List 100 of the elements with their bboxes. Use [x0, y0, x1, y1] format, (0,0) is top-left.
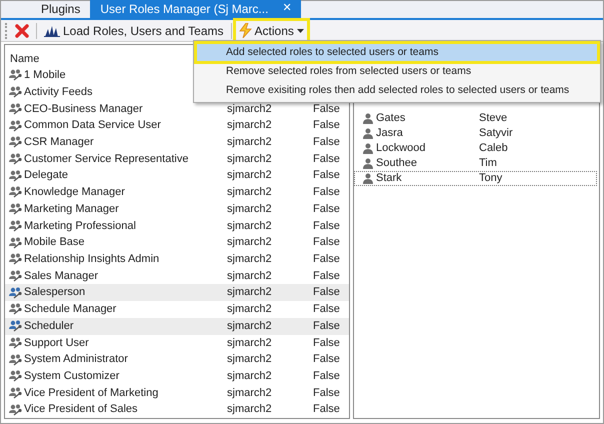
- role-icon: [9, 354, 23, 366]
- role-icon: [9, 286, 23, 299]
- role-name: CSR Manager: [24, 134, 94, 150]
- lightning-icon: [238, 23, 252, 38]
- role-name: Mobile Base: [24, 235, 85, 250]
- menu-item[interactable]: Remove exisiting roles then add selected roles to selected users or teams: [196, 81, 598, 100]
- first-name-cell-text: Satyvir: [479, 126, 513, 142]
- managed-cell: False: [313, 186, 340, 198]
- managed-cell: False: [313, 336, 340, 349]
- last-name-cell-text: Jasra: [376, 126, 403, 142]
- first-name-cell-text: Tim: [479, 156, 497, 172]
- last-name-cell-text: Lockwood: [376, 141, 426, 156]
- owner-cell: sjmarch2: [227, 220, 272, 232]
- role-name: Activity Feeds: [24, 84, 92, 100]
- managed-cell: False: [313, 353, 340, 366]
- role-name: Customer Service Representative: [24, 152, 188, 167]
- role-icon: [9, 86, 23, 98]
- role-name: Vice President of Marketing: [24, 386, 158, 401]
- role-name: Sales Manager: [24, 268, 98, 284]
- role-name: 1 Mobile: [24, 68, 66, 84]
- owner-cell: sjmarch2: [227, 303, 272, 316]
- managed-cell: False: [313, 303, 340, 316]
- role-icon: [9, 136, 23, 148]
- role-icon: [9, 120, 23, 132]
- role-icon: [9, 170, 23, 182]
- last-name-cell-text: Southee: [376, 156, 417, 172]
- role-name: Knowledge Manager: [24, 185, 125, 200]
- role-name: System Administrator: [24, 352, 128, 368]
- role-name: System Customizer: [24, 369, 120, 384]
- last-name-cell-text: Stark: [376, 171, 402, 186]
- owner-cell: sjmarch2: [227, 169, 272, 182]
- tab[interactable]: User Roles Manager (Sj Marc... ✕: [90, 0, 302, 18]
- user-icon: [363, 113, 373, 124]
- role-name: Relationship Insights Admin: [24, 252, 160, 268]
- role-name: Marketing Manager: [24, 202, 119, 217]
- role-name: Vice President of Sales: [24, 402, 138, 418]
- owner-cell: sjmarch2: [227, 152, 272, 165]
- actions-button[interactable]: Actions: [236, 20, 307, 40]
- managed-cell: False: [313, 136, 340, 148]
- owner-cell: sjmarch2: [227, 202, 272, 215]
- managed-cell: False: [313, 386, 340, 399]
- caret-icon: [296, 28, 304, 32]
- column-header[interactable]: Name: [10, 53, 40, 65]
- owner-cell: sjmarch2: [227, 286, 272, 298]
- owner-cell: sjmarch2: [227, 336, 272, 349]
- role-name: Marketing Professional: [24, 218, 136, 234]
- close-icon: [15, 24, 29, 38]
- role-name: Schedule Manager: [24, 302, 116, 318]
- role-icon: [9, 236, 23, 249]
- managed-cell: False: [313, 403, 340, 416]
- role-icon: [9, 320, 23, 332]
- managed-cell: False: [313, 102, 340, 115]
- role-icon: [9, 387, 23, 400]
- owner-cell: sjmarch2: [227, 236, 272, 248]
- role-icon: [9, 203, 23, 216]
- managed-cell: False: [313, 236, 340, 248]
- menu-item[interactable]: Add selected roles to selected users or teams: [196, 43, 598, 62]
- focused-row[interactable]: Stark Tony: [354, 171, 597, 186]
- role-icon: [9, 253, 23, 266]
- table-row[interactable]: Salesperson sjmarch2 False: [5, 284, 349, 302]
- managed-cell: False: [313, 119, 340, 132]
- role-icon: [9, 186, 23, 198]
- user-icon: [363, 128, 373, 139]
- owner-cell: sjmarch2: [227, 186, 272, 198]
- managed-cell: False: [313, 286, 340, 298]
- managed-cell: False: [313, 370, 340, 382]
- role-name: Common Data Service User: [24, 118, 161, 134]
- chart-icon: [44, 24, 60, 37]
- owner-cell: sjmarch2: [227, 136, 272, 148]
- role-name: Delegate: [24, 168, 68, 184]
- owner-cell: sjmarch2: [227, 270, 272, 282]
- owner-cell: sjmarch2: [227, 370, 272, 382]
- menu-item[interactable]: Remove selected roles from selected users or teams: [196, 62, 598, 81]
- managed-cell: False: [313, 152, 340, 165]
- role-icon: [9, 404, 23, 416]
- role-icon: [9, 69, 23, 82]
- role-icon: [9, 220, 23, 232]
- managed-cell: False: [313, 220, 340, 232]
- owner-cell: sjmarch2: [227, 403, 272, 416]
- managed-cell: False: [313, 270, 340, 282]
- role-name: Scheduler: [24, 318, 74, 334]
- first-name-cell-text: Steve: [479, 111, 508, 126]
- owner-cell: sjmarch2: [227, 386, 272, 399]
- role-name: Support User: [24, 336, 89, 351]
- user-icon: [363, 173, 373, 184]
- tab[interactable]: Plugins: [31, 0, 90, 18]
- first-name-cell-text: Tony: [479, 171, 502, 186]
- close-icon[interactable]: ✕: [282, 0, 292, 17]
- role-name: CEO-Business Manager: [24, 102, 143, 117]
- role-icon: [9, 370, 23, 382]
- role-icon: [9, 102, 23, 115]
- managed-cell: False: [313, 320, 340, 332]
- role-icon: [9, 270, 23, 282]
- table-row[interactable]: Scheduler sjmarch2 False: [5, 318, 349, 334]
- managed-cell: False: [313, 202, 340, 215]
- last-name-cell-text: Gates: [376, 111, 406, 126]
- role-icon: [9, 152, 23, 165]
- owner-cell: sjmarch2: [227, 353, 272, 366]
- owner-cell: sjmarch2: [227, 320, 272, 332]
- first-name-cell-text: Caleb: [479, 141, 508, 156]
